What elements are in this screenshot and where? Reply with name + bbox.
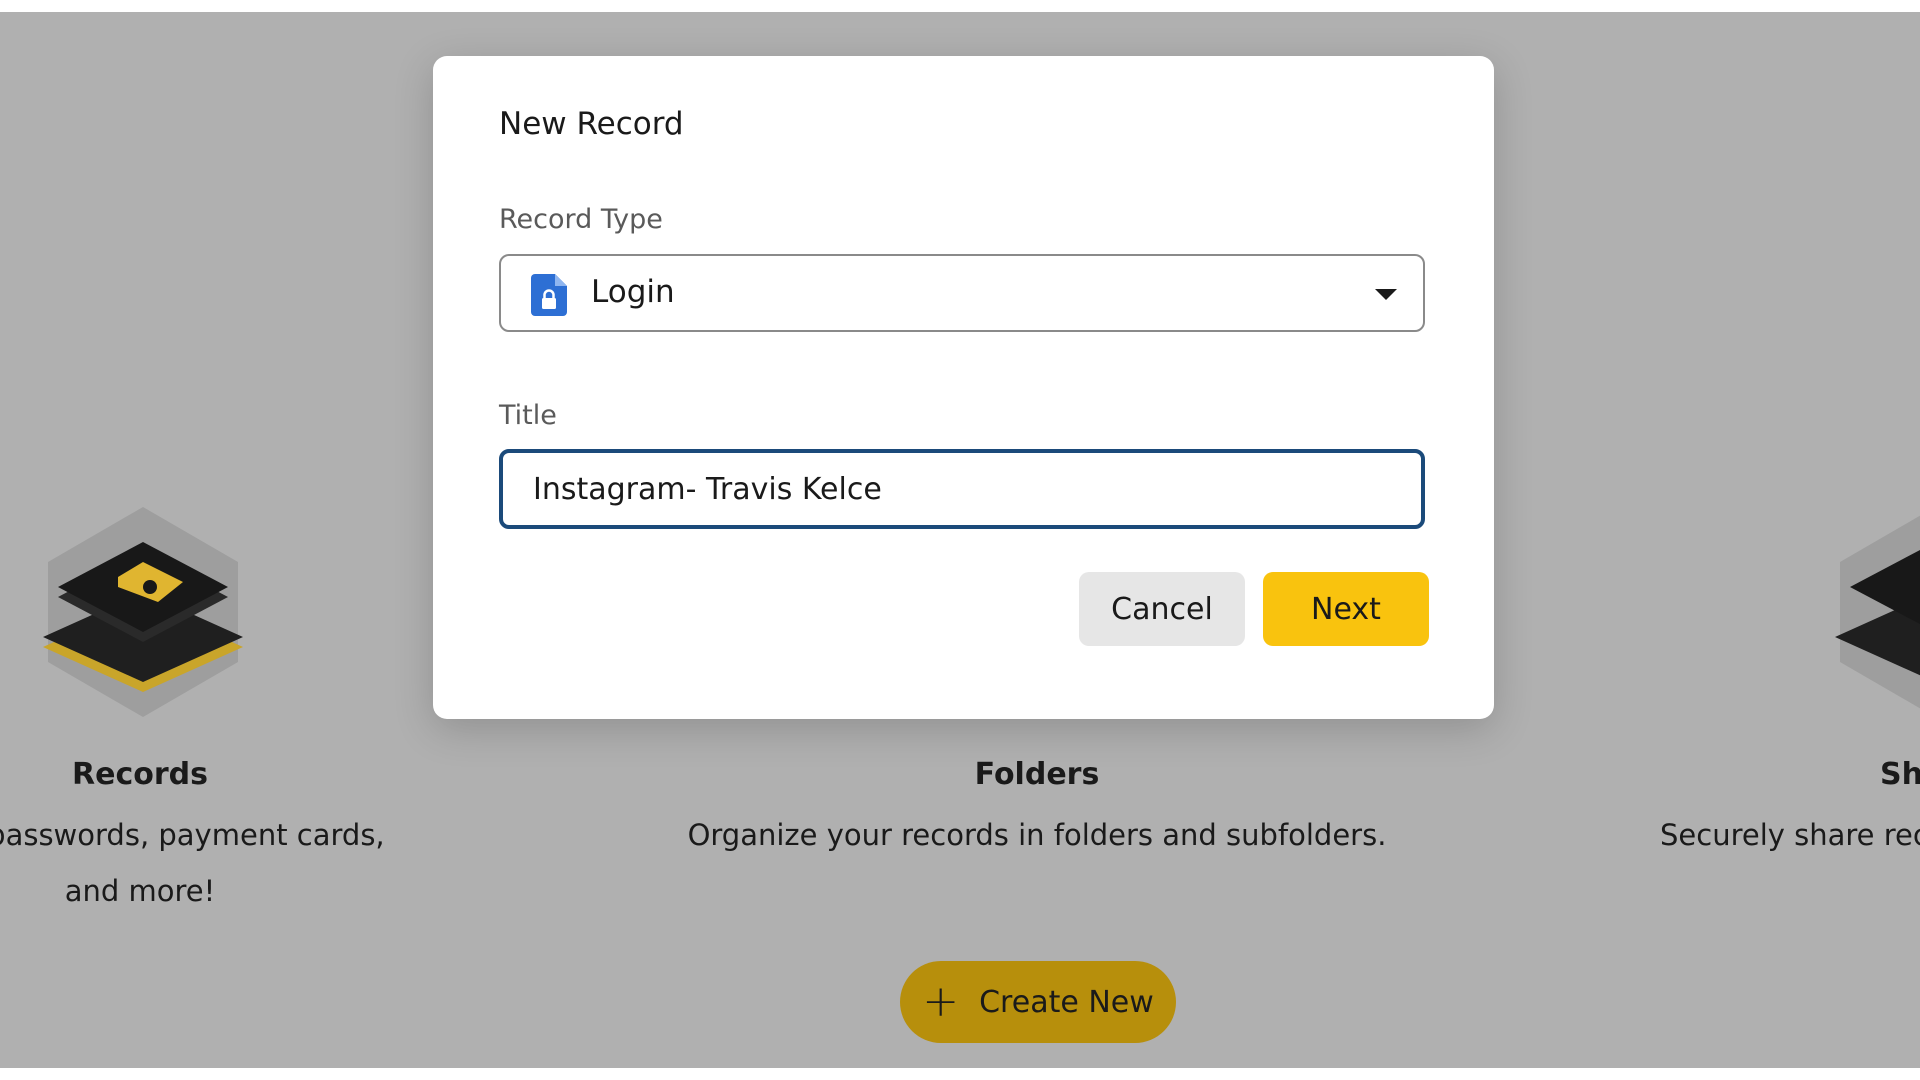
sharing-card-description: Securely share rec xyxy=(1660,818,1920,852)
plus-icon: + xyxy=(922,976,960,1027)
dialog-title: New Record xyxy=(499,106,684,142)
title-label: Title xyxy=(499,400,557,431)
next-button[interactable]: Next xyxy=(1263,572,1429,646)
share-icon xyxy=(1835,515,1920,709)
title-input[interactable] xyxy=(499,449,1425,529)
records-card-description: ds for passwords, payment cards, and mor… xyxy=(0,818,385,908)
chevron-down-icon xyxy=(1375,289,1397,300)
folders-card-description: Organize your records in folders and sub… xyxy=(687,818,1387,852)
record-type-label: Record Type xyxy=(499,204,663,235)
cancel-button[interactable]: Cancel xyxy=(1079,572,1245,646)
folders-card-title: Folders xyxy=(974,757,1100,792)
records-card-title: Records xyxy=(72,757,208,792)
new-record-dialog: New Record Record Type Login Title Cance… xyxy=(433,56,1494,719)
create-new-button[interactable]: + Create New xyxy=(900,961,1176,1043)
record-type-select[interactable]: Login xyxy=(499,254,1425,332)
create-new-label: Create New xyxy=(979,984,1154,1020)
record-type-value: Login xyxy=(591,274,675,310)
sharing-card-title: Sha xyxy=(1880,757,1920,792)
records-icon xyxy=(43,507,243,717)
login-file-icon xyxy=(531,274,567,316)
